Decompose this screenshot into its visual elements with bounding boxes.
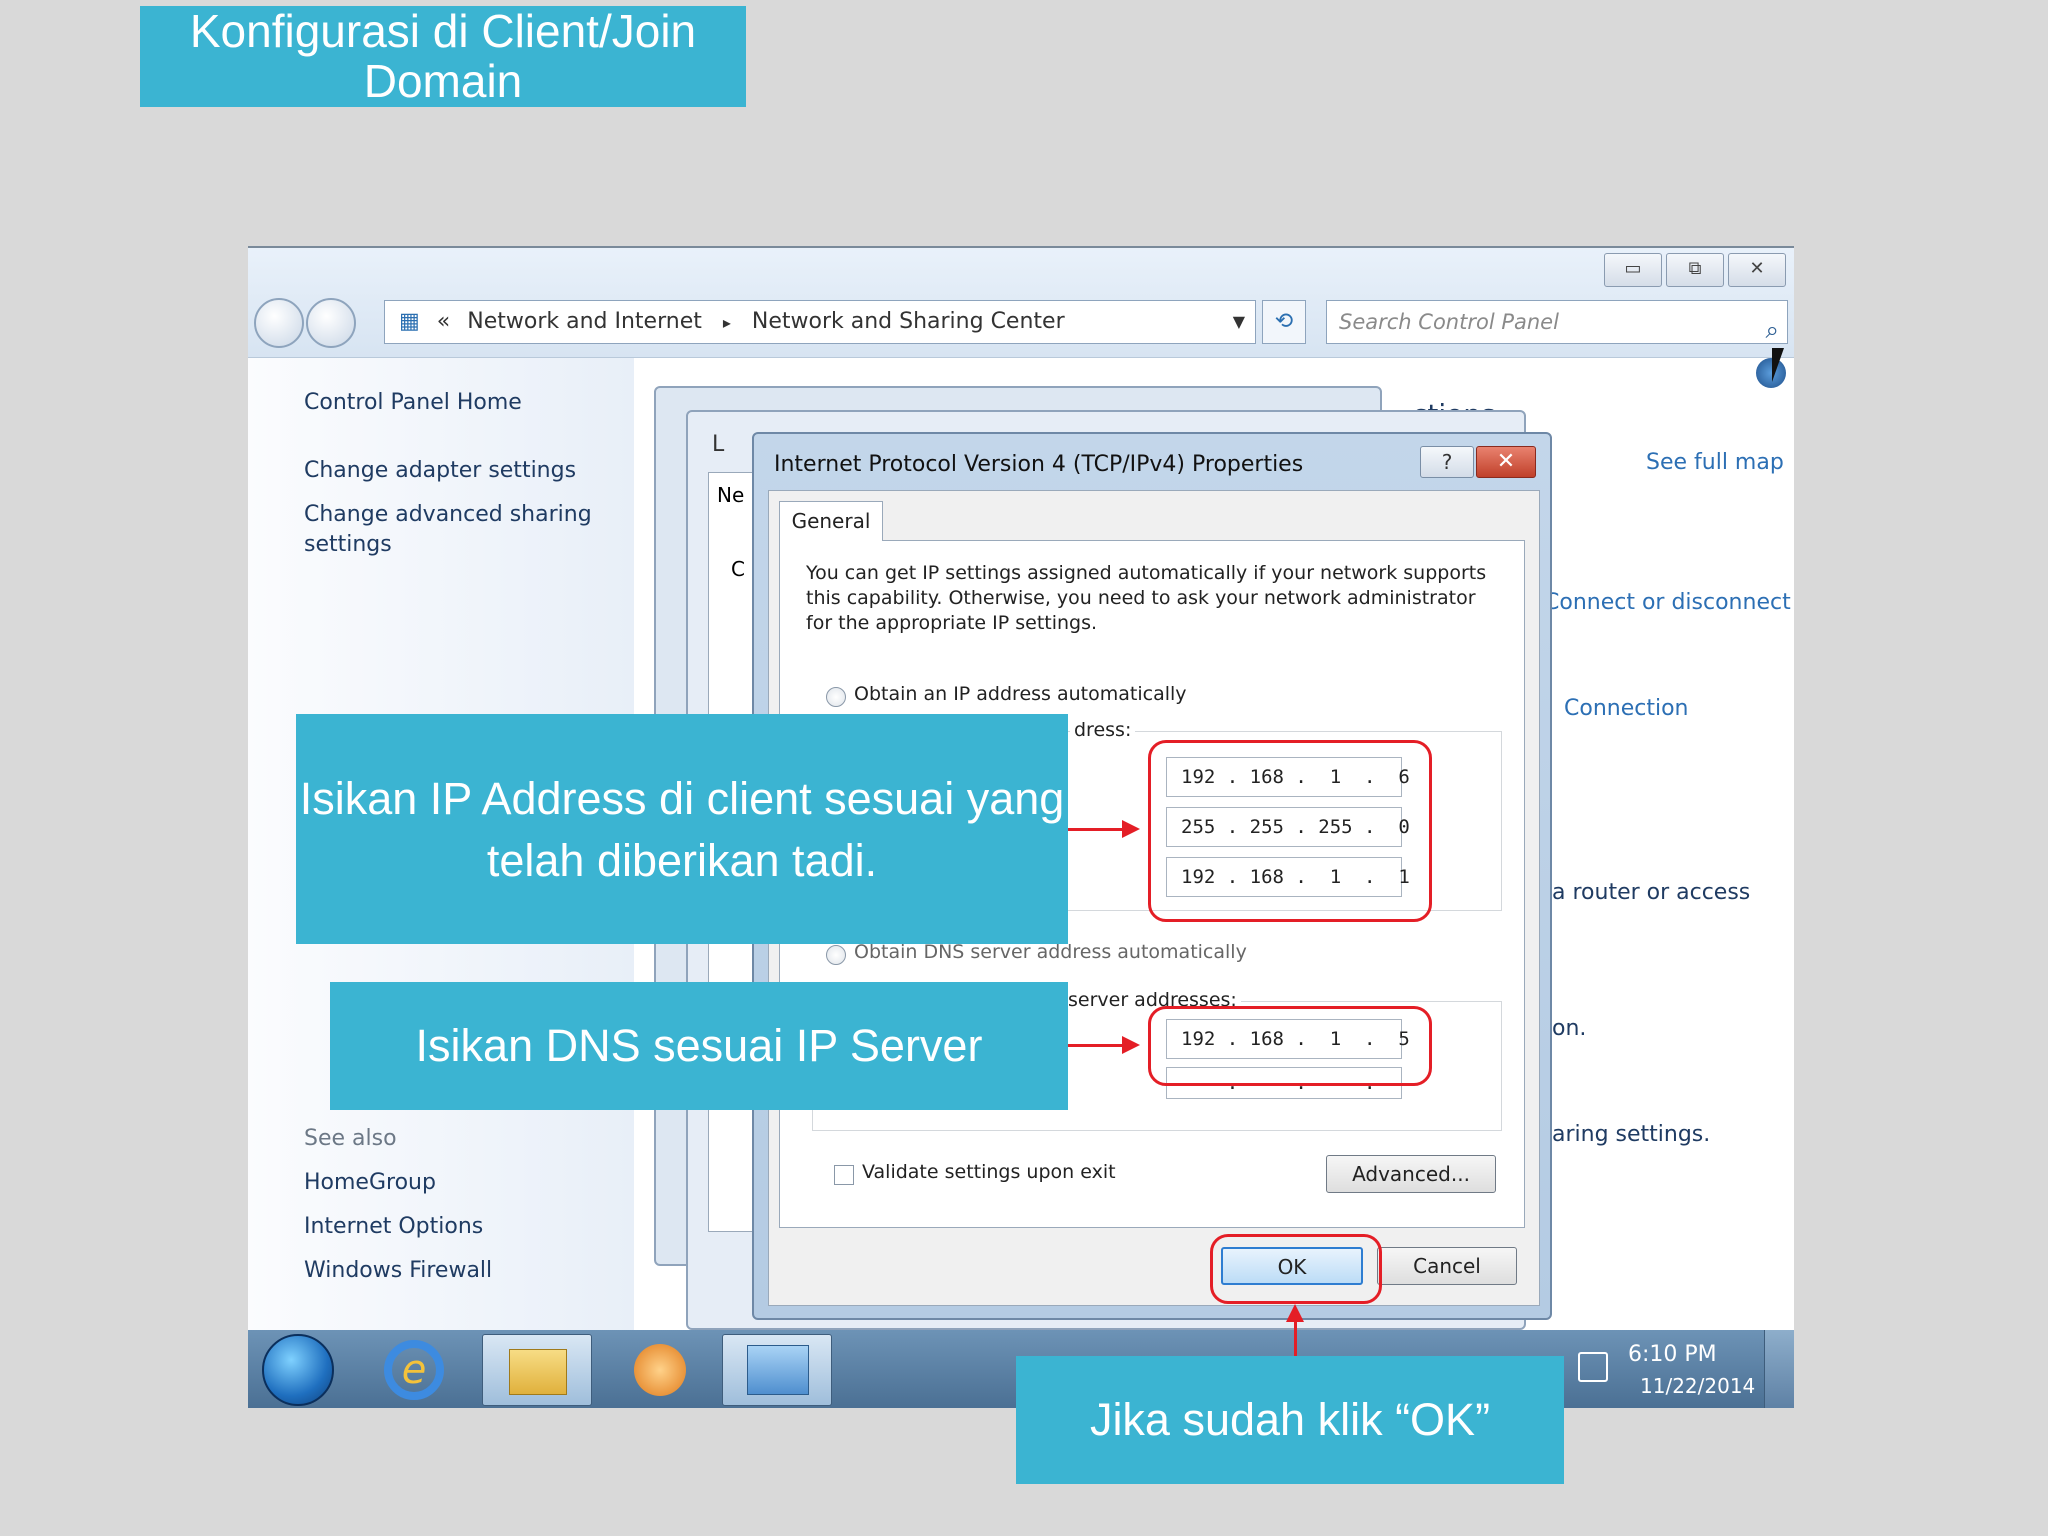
chevron-down-icon[interactable]: ▼ — [1233, 301, 1245, 343]
breadcrumb-network-internet[interactable]: Network and Internet — [467, 309, 702, 334]
clock-time[interactable]: 6:10 PM — [1628, 1342, 1717, 1367]
internet-explorer-icon[interactable]: e — [360, 1334, 470, 1406]
search-input[interactable]: Search Control Panel ⌕ — [1326, 300, 1788, 344]
ok-arrow-icon — [1286, 1304, 1304, 1356]
advanced-button[interactable]: Advanced... — [1326, 1155, 1496, 1193]
change-advanced-sharing-link[interactable]: Change advanced sharing settings — [304, 500, 594, 560]
dialog-help-button[interactable]: ? — [1420, 446, 1474, 478]
back-window-title-fragment: L — [712, 432, 725, 457]
router-text: a router or access — [1552, 880, 1751, 905]
search-icon[interactable]: ⌕ — [1766, 309, 1779, 351]
dialog-close-button[interactable]: ✕ — [1476, 446, 1536, 478]
show-desktop-button[interactable] — [1764, 1330, 1794, 1408]
change-adapter-settings-link[interactable]: Change adapter settings — [304, 456, 576, 486]
obtain-dns-auto-radio[interactable] — [826, 945, 846, 965]
dialog-description: You can get IP settings assigned automat… — [806, 562, 1487, 634]
media-player-icon[interactable] — [604, 1334, 714, 1406]
search-placeholder: Search Control Panel — [1339, 310, 1559, 334]
sharing-text: aring settings. — [1552, 1122, 1711, 1147]
obtain-dns-auto-label: Obtain DNS server address automatically — [854, 941, 1247, 963]
use-ip-label-fragment: dress: — [1070, 719, 1136, 741]
explorer-toolbar: ▭ ⧉ ✕ ▦ « Network and Internet ▸ Network… — [248, 248, 1794, 358]
breadcrumb-overflow-icon[interactable]: « — [437, 309, 450, 334]
obtain-ip-auto-radio[interactable] — [826, 687, 846, 707]
restore-button[interactable]: ⧉ — [1666, 253, 1724, 287]
breadcrumb-separator-icon: ▸ — [722, 313, 731, 332]
dialog-title: Internet Protocol Version 4 (TCP/IPv4) P… — [774, 452, 1304, 477]
back-window-tab-fragment: Ne — [717, 483, 745, 507]
forward-button[interactable] — [306, 298, 356, 348]
address-bar[interactable]: ▦ « Network and Internet ▸ Network and S… — [384, 300, 1256, 344]
back-button[interactable] — [254, 298, 304, 348]
see-also-heading: See also — [304, 1126, 397, 1151]
connection-link[interactable]: Connection — [1564, 696, 1688, 721]
on-text: on. — [1552, 1016, 1587, 1041]
windows-explorer-icon[interactable] — [482, 1334, 592, 1406]
control-panel-home-link[interactable]: Control Panel Home — [304, 388, 522, 418]
dns-callout: Isikan DNS sesuai IP Server — [330, 982, 1068, 1110]
validate-checkbox[interactable] — [834, 1165, 854, 1185]
validate-label: Validate settings upon exit — [862, 1161, 1116, 1183]
homegroup-link[interactable]: HomeGroup — [304, 1168, 436, 1198]
ok-button-highlight — [1210, 1234, 1382, 1304]
clock-date[interactable]: 11/22/2014 — [1640, 1374, 1755, 1398]
ok-callout: Jika sudah klik “OK” — [1016, 1356, 1564, 1484]
slide-title: Konfigurasi di Client/Join Domain — [140, 6, 746, 107]
minimize-button[interactable]: ▭ — [1604, 253, 1662, 287]
cancel-button[interactable]: Cancel — [1377, 1247, 1517, 1285]
refresh-icon[interactable]: ⟲ — [1262, 300, 1306, 344]
back-window-text-c: C — [731, 557, 745, 581]
ip-arrow-icon — [1068, 820, 1140, 838]
mouse-cursor-icon — [1772, 348, 1784, 382]
windows-firewall-link[interactable]: Windows Firewall — [304, 1256, 492, 1286]
ip-callout: Isikan IP Address di client sesuai yang … — [296, 714, 1068, 944]
dns-arrow-icon — [1068, 1036, 1140, 1054]
network-icon: ▦ — [399, 309, 420, 334]
see-full-map-link[interactable]: See full map — [1646, 450, 1784, 475]
ip-fields-highlight — [1148, 740, 1432, 922]
connect-disconnect-link[interactable]: Connect or disconnect — [1544, 590, 1791, 615]
internet-options-link[interactable]: Internet Options — [304, 1212, 483, 1242]
obtain-ip-auto-label: Obtain an IP address automatically — [854, 683, 1187, 705]
breadcrumb-sharing-center[interactable]: Network and Sharing Center — [752, 309, 1065, 334]
close-window-button[interactable]: ✕ — [1728, 253, 1786, 287]
dns-field-highlight — [1148, 1006, 1432, 1086]
start-button[interactable] — [262, 1334, 334, 1406]
control-panel-icon[interactable] — [722, 1334, 832, 1406]
tab-general[interactable]: General — [779, 501, 883, 541]
network-tray-icon[interactable] — [1578, 1352, 1608, 1382]
